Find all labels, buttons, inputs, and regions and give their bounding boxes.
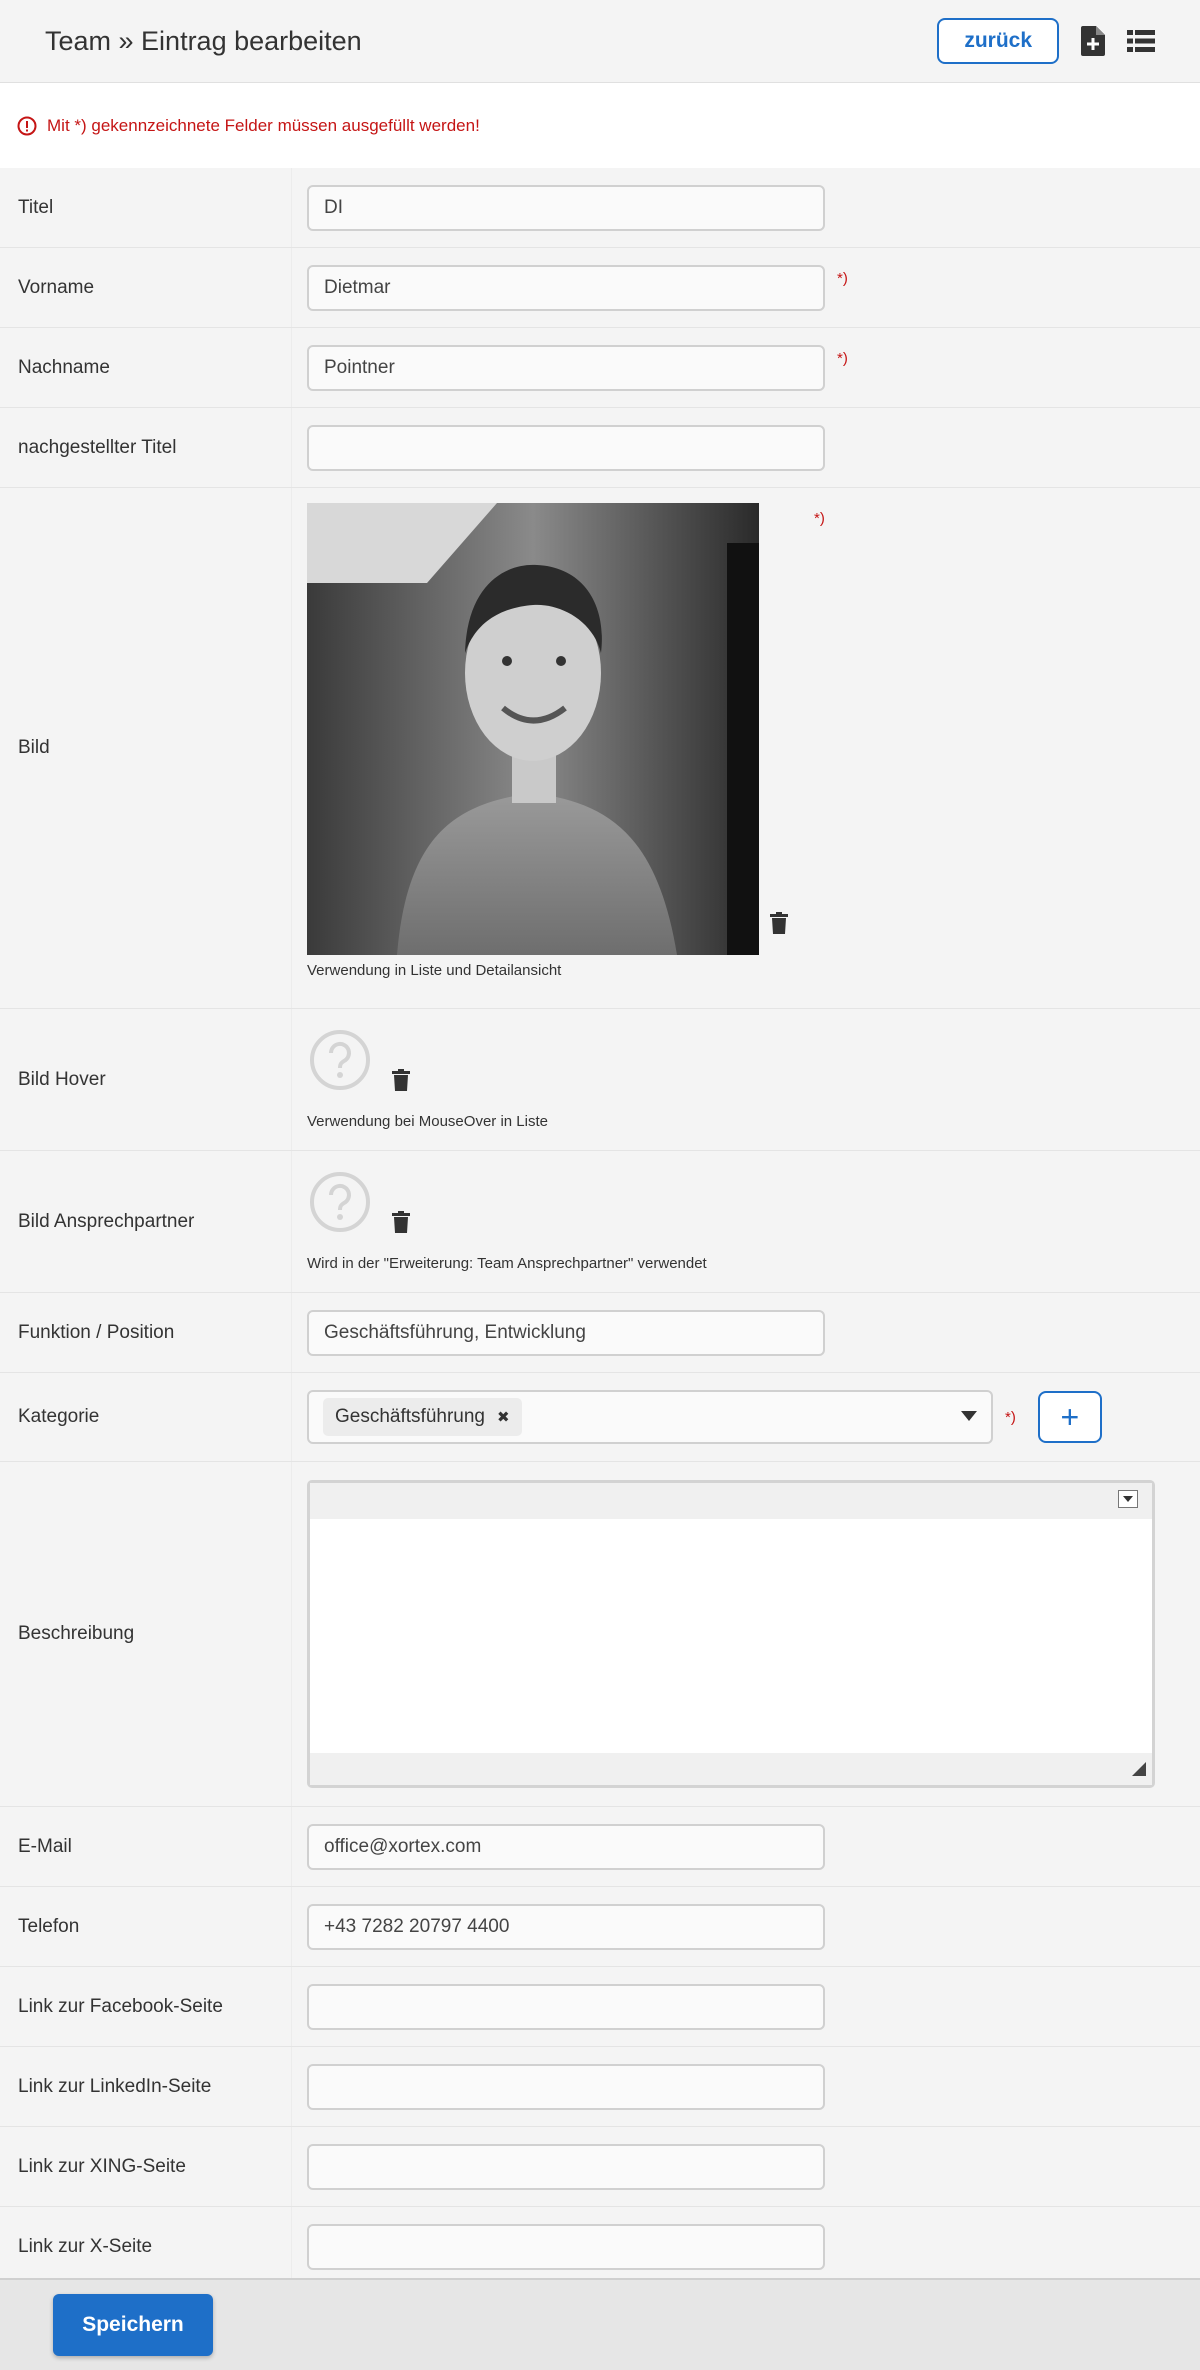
- bild-preview[interactable]: [307, 503, 759, 960]
- label-nachname: Nachname: [0, 328, 292, 407]
- remove-tag-icon[interactable]: ✖: [497, 1408, 510, 1426]
- label-telefon: Telefon: [0, 1887, 292, 1966]
- label-xing: Link zur XING-Seite: [0, 2127, 292, 2206]
- trash-icon[interactable]: [392, 1211, 410, 1233]
- row-nachname: Nachname *): [0, 328, 1200, 408]
- trash-icon[interactable]: [392, 1069, 410, 1091]
- kategorie-select[interactable]: Geschäftsführung ✖: [307, 1390, 993, 1444]
- required-marker: *): [1005, 1409, 1016, 1426]
- row-vorname: Vorname *): [0, 248, 1200, 328]
- xing-input[interactable]: [307, 2143, 825, 2190]
- beschreibung-editor[interactable]: [307, 1480, 1155, 1788]
- label-linkedin: Link zur LinkedIn-Seite: [0, 2047, 292, 2126]
- form-footer: Speichern: [0, 2278, 1200, 2370]
- label-titel: Titel: [0, 168, 292, 247]
- label-vorname: Vorname: [0, 248, 292, 327]
- label-bild-hover: Bild Hover: [0, 1009, 292, 1150]
- row-funktion: Funktion / Position: [0, 1293, 1200, 1373]
- new-document-icon[interactable]: [1081, 26, 1105, 56]
- nachname-input[interactable]: [307, 344, 825, 391]
- resize-handle-icon[interactable]: [1132, 1762, 1146, 1781]
- bild-ansprechpartner-hint: Wird in der "Erweiterung: Team Ansprechp…: [307, 1255, 707, 1272]
- row-xing: Link zur XING-Seite: [0, 2127, 1200, 2207]
- add-kategorie-button[interactable]: +: [1037, 1391, 1102, 1443]
- tag-label: Geschäftsführung: [335, 1406, 485, 1427]
- kategorie-tag: Geschäftsführung ✖: [323, 1398, 522, 1436]
- row-x: Link zur X-Seite: [0, 2207, 1200, 2287]
- row-bild-ansprechpartner: Bild Ansprechpartner Wird in der "Erweit…: [0, 1151, 1200, 1293]
- required-marker: *): [837, 350, 848, 367]
- label-nachgestellter-titel: nachgestellter Titel: [0, 408, 292, 487]
- page-title: Team » Eintrag bearbeiten: [45, 25, 362, 56]
- nachgestellter-titel-input[interactable]: [307, 424, 825, 471]
- row-facebook: Link zur Facebook-Seite: [0, 1967, 1200, 2047]
- editor-toolbar: [310, 1483, 1152, 1519]
- required-marker: *): [814, 510, 825, 527]
- label-bild-ansprechpartner: Bild Ansprechpartner: [0, 1151, 292, 1292]
- back-button[interactable]: zurück: [937, 18, 1059, 64]
- list-icon[interactable]: [1127, 29, 1155, 53]
- linkedin-input[interactable]: [307, 2063, 825, 2110]
- label-kategorie: Kategorie: [0, 1373, 292, 1461]
- row-kategorie: Kategorie Geschäftsführung ✖ *) +: [0, 1373, 1200, 1462]
- telefon-input[interactable]: [307, 1903, 825, 1950]
- label-x: Link zur X-Seite: [0, 2207, 292, 2287]
- titel-input[interactable]: [307, 184, 825, 231]
- placeholder-image-icon[interactable]: [309, 1029, 371, 1096]
- dropdown-icon[interactable]: [1118, 1489, 1138, 1513]
- bild-hint: Verwendung in Liste und Detailansicht: [307, 962, 562, 979]
- row-nachgestellter-titel: nachgestellter Titel: [0, 408, 1200, 488]
- row-linkedin: Link zur LinkedIn-Seite: [0, 2047, 1200, 2127]
- notice-text: Mit *) gekennzeichnete Felder müssen aus…: [47, 115, 480, 135]
- facebook-input[interactable]: [307, 1983, 825, 2030]
- editor-statusbar: [310, 1753, 1152, 1785]
- required-fields-notice: Mit *) gekennzeichnete Felder müssen aus…: [0, 83, 1200, 168]
- placeholder-image-icon[interactable]: [309, 1171, 371, 1238]
- row-bild-hover: Bild Hover Verwendung bei MouseOver in L…: [0, 1009, 1200, 1151]
- label-email: E-Mail: [0, 1807, 292, 1886]
- row-email: E-Mail: [0, 1807, 1200, 1887]
- trash-icon[interactable]: [770, 912, 788, 934]
- page-header: Team » Eintrag bearbeiten zurück: [0, 0, 1200, 83]
- row-telefon: Telefon: [0, 1887, 1200, 1967]
- bild-hover-hint: Verwendung bei MouseOver in Liste: [307, 1113, 548, 1130]
- label-bild: Bild: [0, 488, 292, 1008]
- funktion-input[interactable]: [307, 1309, 825, 1356]
- row-bild: Bild *) Verwendung in Liste und Detailan…: [0, 488, 1200, 1009]
- label-funktion: Funktion / Position: [0, 1293, 292, 1372]
- x-input[interactable]: [307, 2224, 825, 2270]
- save-button[interactable]: Speichern: [53, 2294, 213, 2356]
- email-input[interactable]: [307, 1823, 825, 1870]
- editor-body[interactable]: [310, 1519, 1152, 1753]
- chevron-down-icon[interactable]: [961, 1408, 977, 1426]
- required-marker: *): [837, 270, 848, 287]
- warning-icon: [17, 116, 37, 136]
- label-beschreibung: Beschreibung: [0, 1462, 292, 1806]
- label-facebook: Link zur Facebook-Seite: [0, 1967, 292, 2046]
- row-titel: Titel: [0, 168, 1200, 248]
- vorname-input[interactable]: [307, 264, 825, 311]
- row-beschreibung: Beschreibung: [0, 1462, 1200, 1807]
